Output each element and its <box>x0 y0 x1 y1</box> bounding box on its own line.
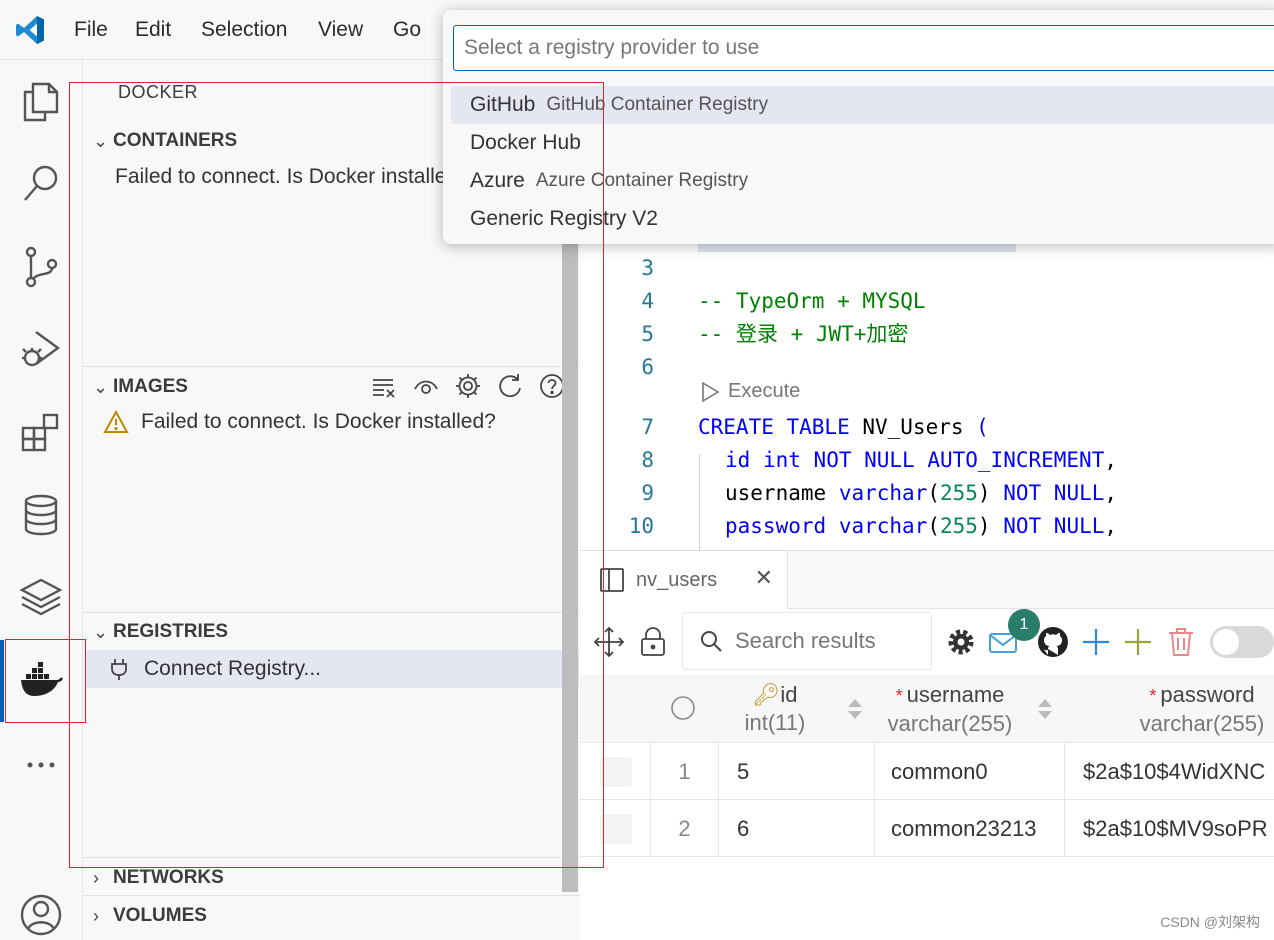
images-message: Failed to connect. Is Docker installed? <box>103 409 496 435</box>
code-line: 4 -- TypeOrm + MYSQL <box>641 289 926 313</box>
menu-file[interactable]: File <box>74 18 108 42</box>
quick-pick-input[interactable] <box>454 36 1274 60</box>
menu-selection[interactable]: Selection <box>201 18 287 42</box>
play-icon <box>702 381 720 402</box>
more-icon[interactable] <box>16 740 66 790</box>
sidebar-title: DOCKER <box>118 82 199 102</box>
search-icon <box>701 631 722 652</box>
registries-section-header[interactable]: ⌄ REGISTRIES <box>83 615 573 649</box>
quick-pick-item-docker-hub[interactable]: Docker Hub <box>451 124 1274 162</box>
database-icon[interactable] <box>16 490 66 540</box>
section-divider <box>83 612 580 613</box>
code-line: 10 password varchar(255) NOT NULL, <box>628 514 1118 538</box>
sort-icon[interactable] <box>1036 695 1054 723</box>
source-control-icon[interactable] <box>16 242 66 292</box>
chevron-down-icon: ⌄ <box>93 376 109 397</box>
row-select[interactable] <box>600 757 632 787</box>
section-divider <box>83 857 580 858</box>
volumes-title: VOLUMES <box>113 905 207 926</box>
toggle-switch[interactable] <box>1210 626 1274 658</box>
results-toolbar: 1 <box>580 609 1274 675</box>
account-icon[interactable] <box>16 890 66 940</box>
images-actions <box>370 372 566 400</box>
code-line: 8 id int NOT NULL AUTO_INCREMENT, <box>641 448 1117 472</box>
images-title: IMAGES <box>113 376 188 397</box>
refresh-icon[interactable] <box>496 372 524 400</box>
quick-pick-item-generic-registry[interactable]: Generic Registry V2 <box>451 200 1274 238</box>
execute-codelens[interactable]: Execute <box>700 380 800 403</box>
tab-nv-users[interactable]: nv_users ✕ <box>580 551 788 609</box>
explorer-icon[interactable] <box>16 76 66 126</box>
networks-title: NETWORKS <box>113 867 224 888</box>
sort-icon[interactable] <box>846 695 864 723</box>
table-row[interactable]: 1 5 common0 $2a$10$4WidXNC <box>580 743 1274 800</box>
table-row[interactable]: 2 6 common23213 $2a$10$MV9soPR <box>580 800 1274 857</box>
gear-icon[interactable] <box>454 372 482 400</box>
sql-editor[interactable]: 3 4 -- TypeOrm + MYSQL 5 -- 登录 + JWT+加密 6 … <box>580 240 1274 550</box>
add-row-icon[interactable] <box>1079 625 1113 659</box>
docker-icon[interactable] <box>16 656 66 706</box>
code-line: 7 CREATE TABLE NV_Users ( <box>641 415 989 439</box>
search-icon[interactable] <box>16 158 66 208</box>
code-line: 6 <box>641 355 654 379</box>
chevron-right-icon: › <box>93 905 99 926</box>
containers-message: Failed to connect. Is Docker installed? <box>103 164 463 190</box>
code-line: 9 username varchar(255) NOT NULL, <box>641 481 1118 505</box>
volumes-section-header[interactable]: › VOLUMES <box>83 899 573 933</box>
column-header-id[interactable]: 🔑︎id int(11) <box>735 681 815 737</box>
layers-icon[interactable] <box>16 572 66 622</box>
key-icon: 🔑︎ <box>752 682 781 707</box>
watermark: CSDN @刘架构 <box>1160 914 1260 930</box>
move-icon[interactable] <box>592 625 626 659</box>
quick-pick-item-github[interactable]: GitHub GitHub Container Registry <box>451 86 1274 124</box>
containers-title: CONTAINERS <box>113 130 238 151</box>
settings-gear-icon[interactable] <box>944 625 978 659</box>
eye-icon[interactable] <box>412 372 440 400</box>
delete-icon[interactable] <box>1164 625 1198 659</box>
extensions-icon[interactable] <box>16 407 66 457</box>
sidebar-scrollbar[interactable] <box>562 140 578 892</box>
search-results-box[interactable] <box>682 612 932 670</box>
chevron-right-icon: › <box>93 867 99 888</box>
row-select[interactable] <box>600 814 632 844</box>
code-line: 5 -- 登录 + JWT+加密 <box>641 322 909 346</box>
active-indicator <box>0 640 4 722</box>
vscode-logo-icon <box>16 16 44 44</box>
close-icon[interactable]: ✕ <box>755 565 773 591</box>
column-header-username[interactable]: * username varchar(255) <box>880 681 1020 738</box>
run-debug-icon[interactable] <box>16 324 66 374</box>
chevron-down-icon: ⌄ <box>93 621 109 642</box>
lock-icon[interactable] <box>636 625 670 659</box>
github-icon[interactable] <box>1036 625 1070 659</box>
plug-icon <box>111 659 127 680</box>
grid-header: 🔑︎id int(11) * username varchar(255) * pas… <box>580 675 1274 743</box>
registry-provider-quick-pick: GitHubGitHub Container Registry Docker H… <box>443 10 1274 244</box>
registries-title: REGISTRIES <box>113 621 229 642</box>
search-icon[interactable] <box>670 695 696 721</box>
split-view-icon <box>600 568 624 592</box>
menu-go[interactable]: Go <box>393 18 421 42</box>
networks-section-header[interactable]: › NETWORKS <box>83 861 573 895</box>
search-results-input[interactable] <box>735 628 925 654</box>
clear-list-icon[interactable] <box>370 372 398 400</box>
insert-icon[interactable] <box>1121 625 1155 659</box>
quick-pick-item-azure[interactable]: Azure Azure Container Registry <box>451 162 1274 200</box>
connect-registry-item[interactable]: Connect Registry... <box>86 650 579 688</box>
quick-pick-input-box[interactable] <box>453 25 1274 71</box>
column-header-password[interactable]: * password varchar(255) <box>1130 681 1274 738</box>
warning-icon <box>103 409 129 433</box>
section-divider <box>83 366 580 367</box>
results-panel: nv_users ✕ 1 🔑︎id int(11) *username varc… <box>580 550 1274 940</box>
results-tabbar: nv_users ✕ <box>580 551 1274 609</box>
section-divider <box>83 895 580 896</box>
menu-view[interactable]: View <box>318 18 363 42</box>
code-line: 3 <box>641 256 654 280</box>
chevron-down-icon: ⌄ <box>93 130 109 151</box>
menu-edit[interactable]: Edit <box>135 18 171 42</box>
activity-bar <box>0 60 83 940</box>
